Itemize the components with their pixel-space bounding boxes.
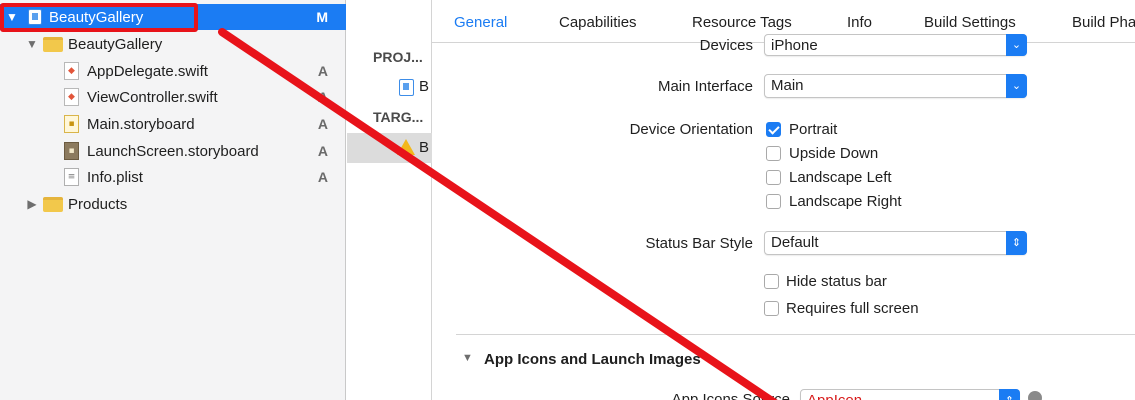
xcodeproj-icon (399, 79, 414, 96)
tab-resource-tags[interactable]: Resource Tags (692, 14, 792, 31)
targets-section-header: TARG... (373, 109, 424, 125)
navigator-file-label: LaunchScreen.storyboard (87, 142, 259, 160)
status-bar-style-popup[interactable]: Default ⇕ (764, 231, 1027, 255)
devices-popup[interactable]: iPhone ⌄ (764, 34, 1027, 56)
target-list-item[interactable]: B (347, 133, 432, 163)
tab-build-phases[interactable]: Build Pha (1072, 14, 1135, 31)
app-icons-section-title: App Icons and Launch Images (484, 351, 701, 368)
project-item-label: B (419, 78, 430, 95)
disclosure-triangle-icon[interactable]: ▶ (26, 197, 38, 211)
disclosure-triangle-icon[interactable]: ▼ (462, 352, 473, 364)
section-divider (456, 334, 1135, 335)
project-target-list: PROJ... B TARG... B (347, 0, 432, 400)
portrait-label: Portrait (789, 121, 838, 138)
navigator-file-row[interactable]: ◆ ViewController.swift A (0, 84, 346, 110)
tab-capabilities[interactable]: Capabilities (559, 14, 637, 31)
upside-down-label: Upside Down (789, 145, 879, 162)
hide-status-bar-label: Hide status bar (786, 273, 887, 290)
tab-build-settings[interactable]: Build Settings (924, 14, 1016, 31)
swift-file-icon: ◆ (64, 62, 79, 80)
landscape-left-label: Landscape Left (789, 169, 892, 186)
navigator-folder-row[interactable]: ▼ BeautyGallery (0, 31, 346, 57)
requires-full-screen-checkbox[interactable] (764, 301, 779, 316)
target-item-label: B (419, 139, 430, 156)
disclosure-triangle-icon[interactable]: ▼ (26, 37, 38, 51)
landscape-right-label: Landscape Right (789, 193, 902, 210)
navigator-file-row[interactable]: ◆ AppDelegate.swift A (0, 58, 346, 84)
devices-label: Devices (699, 37, 753, 54)
navigator-file-label: AppDelegate.swift (87, 62, 208, 80)
storyboard-file-icon: ▪ (64, 115, 79, 133)
tab-general[interactable]: General (454, 14, 507, 31)
upside-down-checkbox[interactable] (766, 146, 781, 161)
landscape-right-checkbox[interactable] (766, 194, 781, 209)
source-control-status: M (316, 9, 328, 25)
source-control-status: A (317, 116, 328, 132)
requires-full-screen-label: Requires full screen (786, 300, 919, 317)
app-icons-source-popup[interactable]: AppIcon ⇕ (800, 389, 1020, 400)
status-bar-style-value: Default (771, 234, 819, 251)
main-interface-combobox[interactable]: Main ⌄ (764, 74, 1027, 98)
device-orientation-label: Device Orientation (629, 121, 753, 138)
source-control-status: A (317, 63, 328, 79)
source-control-status: A (317, 143, 328, 159)
app-target-icon (397, 139, 415, 155)
main-interface-label: Main Interface (657, 78, 753, 95)
navigator-file-row[interactable]: ▪ LaunchScreen.storyboard A (0, 138, 346, 164)
hide-status-bar-checkbox[interactable] (764, 274, 779, 289)
portrait-checkbox[interactable] (766, 122, 781, 137)
plist-file-icon: ≡ (64, 168, 79, 186)
navigator-file-row[interactable]: ≡ Info.plist A (0, 164, 346, 190)
folder-icon (43, 37, 63, 52)
app-icons-source-label: App Icons Source (671, 391, 790, 400)
info-icon[interactable] (1028, 391, 1042, 400)
devices-value: iPhone (771, 37, 818, 54)
navigator-file-label: Info.plist (87, 168, 143, 186)
chevron-updown-icon: ⇕ (999, 389, 1020, 400)
navigator-file-label: ViewController.swift (87, 88, 218, 106)
chevron-down-icon: ⌄ (1006, 34, 1027, 56)
navigator-folder-label: BeautyGallery (68, 35, 163, 53)
swift-file-icon: ◆ (64, 88, 79, 106)
status-bar-style-label: Status Bar Style (645, 235, 753, 252)
project-navigator: ▼ BeautyGallery M ▼ BeautyGallery ◆ AppD… (0, 0, 346, 400)
chevron-down-icon[interactable]: ⌄ (1006, 74, 1027, 98)
navigator-file-label: Main.storyboard (87, 115, 195, 133)
folder-icon (43, 197, 63, 212)
source-control-status: A (317, 89, 328, 105)
source-control-status: A (317, 169, 328, 185)
project-list-item[interactable]: B (347, 72, 432, 102)
launchscreen-file-icon: ▪ (64, 142, 79, 160)
app-icons-source-value: AppIcon (807, 392, 862, 400)
tab-info[interactable]: Info (847, 14, 872, 31)
main-interface-value: Main (771, 77, 804, 94)
landscape-left-checkbox[interactable] (766, 170, 781, 185)
project-section-header: PROJ... (373, 49, 423, 65)
chevron-updown-icon: ⇕ (1006, 231, 1027, 255)
annotation-highlight-box (0, 3, 198, 32)
navigator-products-row[interactable]: ▶ Products (0, 191, 346, 217)
navigator-products-label: Products (68, 195, 128, 213)
navigator-file-row[interactable]: ▪ Main.storyboard A (0, 111, 346, 137)
